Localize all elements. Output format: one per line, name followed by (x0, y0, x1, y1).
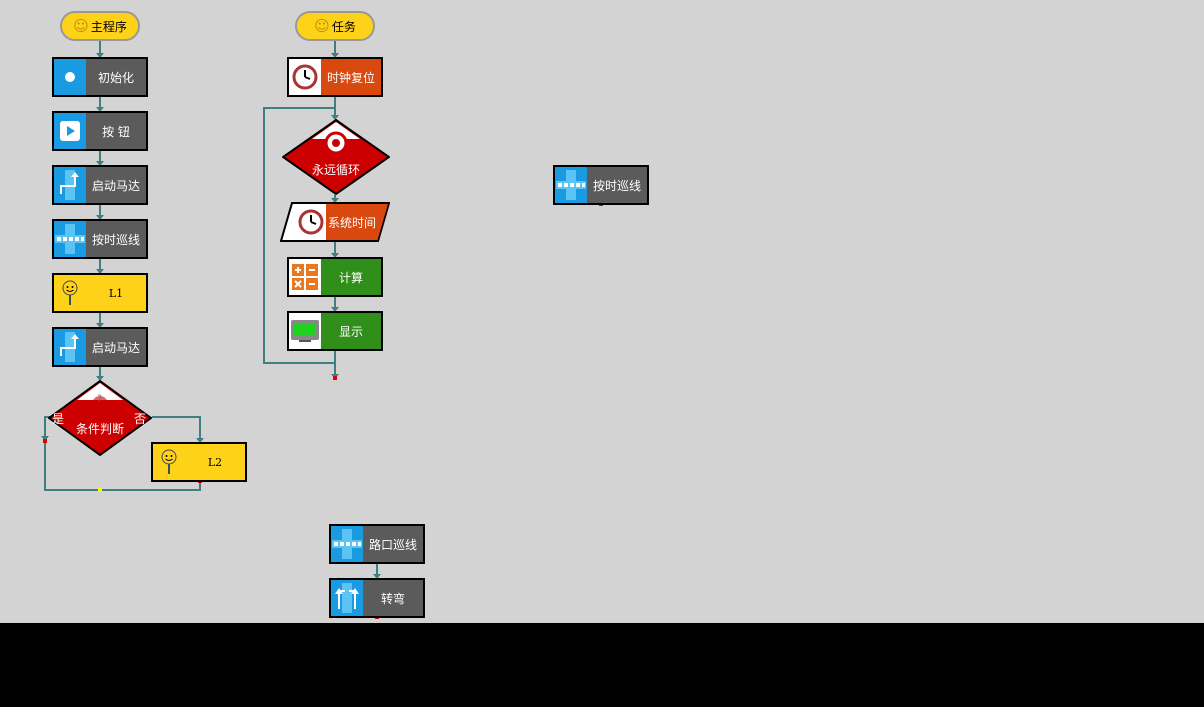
main-program-start[interactable]: ☺ 主程序 (60, 11, 140, 41)
turn-block[interactable]: 转弯 (329, 578, 425, 618)
motor-arrow-icon (54, 167, 86, 203)
motor-arrow-icon (54, 329, 86, 365)
start-motor-label: 启动马达 (91, 178, 140, 193)
subroutine-l2-label: L2 (207, 455, 223, 469)
forever-loop-shape (281, 118, 391, 196)
clock-icon (289, 59, 321, 95)
init-label: 初始化 (97, 70, 134, 85)
forever-loop-label: 永远循环 (311, 163, 360, 177)
lcd-screen-icon (289, 313, 321, 349)
junction-line-follow-label: 路口巡线 (368, 537, 417, 552)
start-motor-block-2[interactable]: 启动马达 (52, 327, 148, 367)
timed-line-follow-block[interactable]: 按时巡线 (52, 219, 148, 259)
flowchart-canvas[interactable]: ☺ 主程序 初始化 按 钮 启动马达 按时巡线 L1 启动马达 ? 条件判断 是… (0, 0, 1204, 623)
junction-line-follow-block[interactable]: 路口巡线 (329, 524, 425, 564)
clock-reset-label: 时钟复位 (326, 70, 375, 85)
compute-block[interactable]: 计算 (287, 257, 383, 297)
system-time-block[interactable]: 系统时间 (279, 202, 391, 242)
subroutine-l1-block[interactable]: L1 (52, 273, 148, 313)
button-label: 按 钮 (102, 124, 130, 139)
circle-icon (54, 59, 86, 95)
task-label: 任务 (331, 19, 356, 34)
system-time-label: 系统时间 (328, 216, 377, 230)
line-track-icon (54, 221, 86, 257)
smiley-key-icon (153, 444, 185, 480)
init-block[interactable]: 初始化 (52, 57, 148, 97)
clock-reset-block[interactable]: 时钟复位 (287, 57, 383, 97)
svg-text:?: ? (97, 394, 102, 404)
start-motor-label-2: 启动马达 (91, 340, 140, 355)
play-icon (54, 113, 86, 149)
line-track-icon (331, 526, 363, 562)
calculator-icon (289, 259, 321, 295)
timed-line-follow-free-block[interactable]: 按时巡线 (553, 165, 649, 205)
smiley-crown-icon: ☺ (73, 17, 89, 35)
subroutine-l2-block[interactable]: L2 (151, 442, 247, 482)
bottom-panel (0, 623, 1204, 707)
line-track-icon (555, 167, 587, 203)
connection-wires (41, 41, 603, 619)
yes-label: 是 (52, 412, 65, 426)
smiley-hat-icon: ☺ (314, 17, 330, 35)
task-start[interactable]: ☺ 任务 (295, 11, 375, 41)
timed-line-follow-free-label: 按时巡线 (592, 178, 641, 193)
subroutine-l1-label: L1 (108, 286, 124, 300)
display-block[interactable]: 显示 (287, 311, 383, 351)
display-label: 显示 (338, 324, 363, 339)
turn-label: 转弯 (380, 591, 405, 606)
timed-line-follow-label: 按时巡线 (91, 232, 140, 247)
button-block[interactable]: 按 钮 (52, 111, 148, 151)
turn-arrows-icon (331, 580, 363, 616)
main-program-label: 主程序 (90, 19, 127, 34)
forever-loop-diamond[interactable]: 永远循环 (281, 118, 391, 196)
compute-label: 计算 (338, 270, 363, 285)
no-label: 否 (134, 412, 147, 426)
smiley-key-icon (54, 275, 86, 311)
start-motor-block[interactable]: 启动马达 (52, 165, 148, 205)
